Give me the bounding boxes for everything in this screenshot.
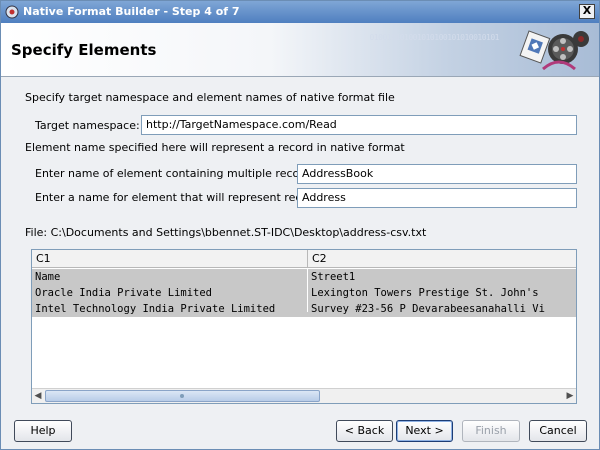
table-row[interactable]: Intel Technology India Private Limited S… <box>32 301 576 317</box>
wizard-content: Specify target namespace and element nam… <box>1 78 599 411</box>
data-preview-grid[interactable]: C1 C2 Name Street1 Oracle India Private … <box>31 249 577 404</box>
table-cell: Name <box>35 271 61 283</box>
scroll-right-icon[interactable]: ▶ <box>564 390 576 402</box>
scroll-left-icon[interactable]: ◀ <box>32 390 44 402</box>
title-bar[interactable]: Native Format Builder - Step 4 of 7 X <box>1 1 599 23</box>
app-icon <box>5 5 19 19</box>
window-title: Native Format Builder - Step 4 of 7 <box>23 5 240 18</box>
record-element-input[interactable]: Address <box>297 188 577 208</box>
table-cell: Survey #23-56 P Devarabeesanahalli Vi <box>311 303 545 315</box>
record-note-text: Element name specified here will represe… <box>25 141 405 154</box>
record-element-label: Enter a name for element that will repre… <box>35 191 324 204</box>
close-button[interactable]: X <box>579 4 595 19</box>
column-header-c2[interactable]: C2 <box>308 250 576 268</box>
button-bar: Help < Back Next > Finish Cancel <box>1 411 599 449</box>
table-cell: Intel Technology India Private Limited <box>35 303 276 315</box>
column-separator <box>307 268 308 312</box>
table-row[interactable]: Oracle India Private Limited Lexington T… <box>32 285 576 301</box>
table-cell: Street1 <box>311 271 356 283</box>
table-row[interactable]: Name Street1 <box>32 269 576 285</box>
file-path-label: File: C:\Documents and Settings\bbennet.… <box>25 226 427 239</box>
multiple-records-input[interactable]: AddressBook <box>297 164 577 184</box>
film-reel-gear-icon <box>519 30 589 71</box>
horizontal-scrollbar[interactable]: ◀ ▶ <box>32 388 576 403</box>
scrollbar-thumb[interactable] <box>45 390 320 402</box>
table-cell: Lexington Towers Prestige St. John's <box>311 287 539 299</box>
table-cell: Oracle India Private Limited <box>35 287 213 299</box>
intro-text: Specify target namespace and element nam… <box>25 91 395 104</box>
finish-button[interactable]: Finish <box>462 420 520 442</box>
next-button[interactable]: Next > <box>396 420 453 442</box>
header-banner: Specify Elements 01001010100101010010101… <box>1 23 599 77</box>
target-namespace-input[interactable]: http://TargetNamespace.com/Read <box>141 115 577 135</box>
wizard-window: Native Format Builder - Step 4 of 7 X Sp… <box>0 0 600 450</box>
grip-icon <box>180 394 184 398</box>
cancel-button[interactable]: Cancel <box>529 420 587 442</box>
column-header-c1[interactable]: C1 <box>32 250 308 268</box>
target-namespace-label: Target namespace: <box>35 119 140 132</box>
back-button[interactable]: < Back <box>336 420 393 442</box>
binary-decoration: 010010101001010100101010010101 <box>369 33 500 42</box>
page-title: Specify Elements <box>11 41 157 59</box>
help-button[interactable]: Help <box>14 420 72 442</box>
multiple-records-label: Enter name of element containing multipl… <box>35 167 320 180</box>
